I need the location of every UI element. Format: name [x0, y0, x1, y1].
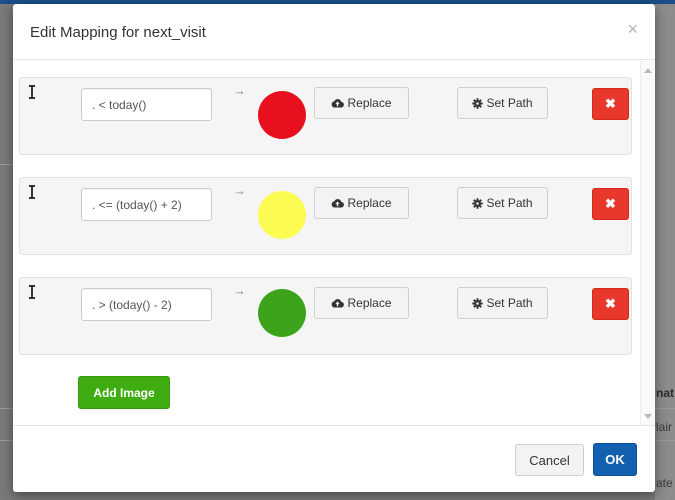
edit-mapping-dialog: Edit Mapping for next_visit × → Replace …	[13, 4, 655, 492]
mapping-row: → Replace Set Path ✖	[19, 77, 632, 155]
cancel-label: Cancel	[529, 452, 570, 468]
dialog-body: → Replace Set Path ✖	[13, 61, 655, 425]
drag-handle-icon[interactable]	[28, 185, 36, 199]
cloud-upload-icon	[332, 299, 345, 308]
replace-label: Replace	[347, 296, 392, 310]
drag-handle-icon[interactable]	[28, 85, 36, 99]
set-path-button[interactable]: Set Path	[457, 287, 548, 319]
arrow-icon: →	[233, 283, 246, 298]
expression-input[interactable]	[81, 288, 212, 321]
replace-button[interactable]: Replace	[314, 87, 409, 119]
close-icon[interactable]: ×	[627, 20, 638, 38]
background-text: ate	[656, 476, 673, 490]
dialog-footer: Cancel OK	[13, 425, 655, 492]
set-path-button[interactable]: Set Path	[457, 187, 548, 219]
set-path-button[interactable]: Set Path	[457, 87, 548, 119]
dialog-title: Edit Mapping for next_visit	[30, 24, 206, 41]
gear-icon	[472, 97, 484, 109]
gear-icon	[472, 197, 484, 209]
gear-icon	[472, 297, 484, 309]
arrow-icon: →	[233, 83, 246, 98]
remove-icon: ✖	[605, 196, 616, 211]
mapping-row: → Replace Set Path ✖	[19, 177, 632, 255]
vertical-scrollbar[interactable]	[640, 61, 655, 425]
expression-input[interactable]	[81, 88, 212, 121]
replace-button[interactable]: Replace	[314, 187, 409, 219]
set-path-label: Set Path	[486, 296, 533, 310]
background-text: lair	[656, 420, 673, 434]
ok-label: OK	[605, 452, 625, 467]
cloud-upload-icon	[332, 199, 345, 208]
arrow-icon: →	[233, 183, 246, 198]
cancel-button[interactable]: Cancel	[515, 444, 584, 476]
set-path-label: Set Path	[486, 96, 533, 110]
replace-label: Replace	[347, 196, 392, 210]
image-preview-yellow	[258, 191, 306, 239]
image-preview-red	[258, 91, 306, 139]
background-divider	[0, 164, 13, 165]
cloud-upload-icon	[332, 99, 345, 108]
image-preview-green	[258, 289, 306, 337]
set-path-label: Set Path	[486, 196, 533, 210]
drag-handle-icon[interactable]	[28, 285, 36, 299]
remove-icon: ✖	[605, 96, 616, 111]
scroll-down-arrow-icon[interactable]	[644, 414, 652, 419]
remove-mapping-button[interactable]: ✖	[592, 88, 629, 120]
mapping-row: → Replace Set Path ✖	[19, 277, 632, 355]
replace-label: Replace	[347, 96, 392, 110]
scroll-up-arrow-icon[interactable]	[644, 68, 652, 73]
replace-button[interactable]: Replace	[314, 287, 409, 319]
expression-input[interactable]	[81, 188, 212, 221]
ok-button[interactable]: OK	[593, 443, 637, 476]
add-image-button[interactable]: Add Image	[78, 376, 170, 409]
remove-mapping-button[interactable]: ✖	[592, 288, 629, 320]
background-text: nat	[656, 386, 674, 400]
remove-mapping-button[interactable]: ✖	[592, 188, 629, 220]
remove-icon: ✖	[605, 296, 616, 311]
dialog-header: Edit Mapping for next_visit ×	[13, 4, 655, 60]
